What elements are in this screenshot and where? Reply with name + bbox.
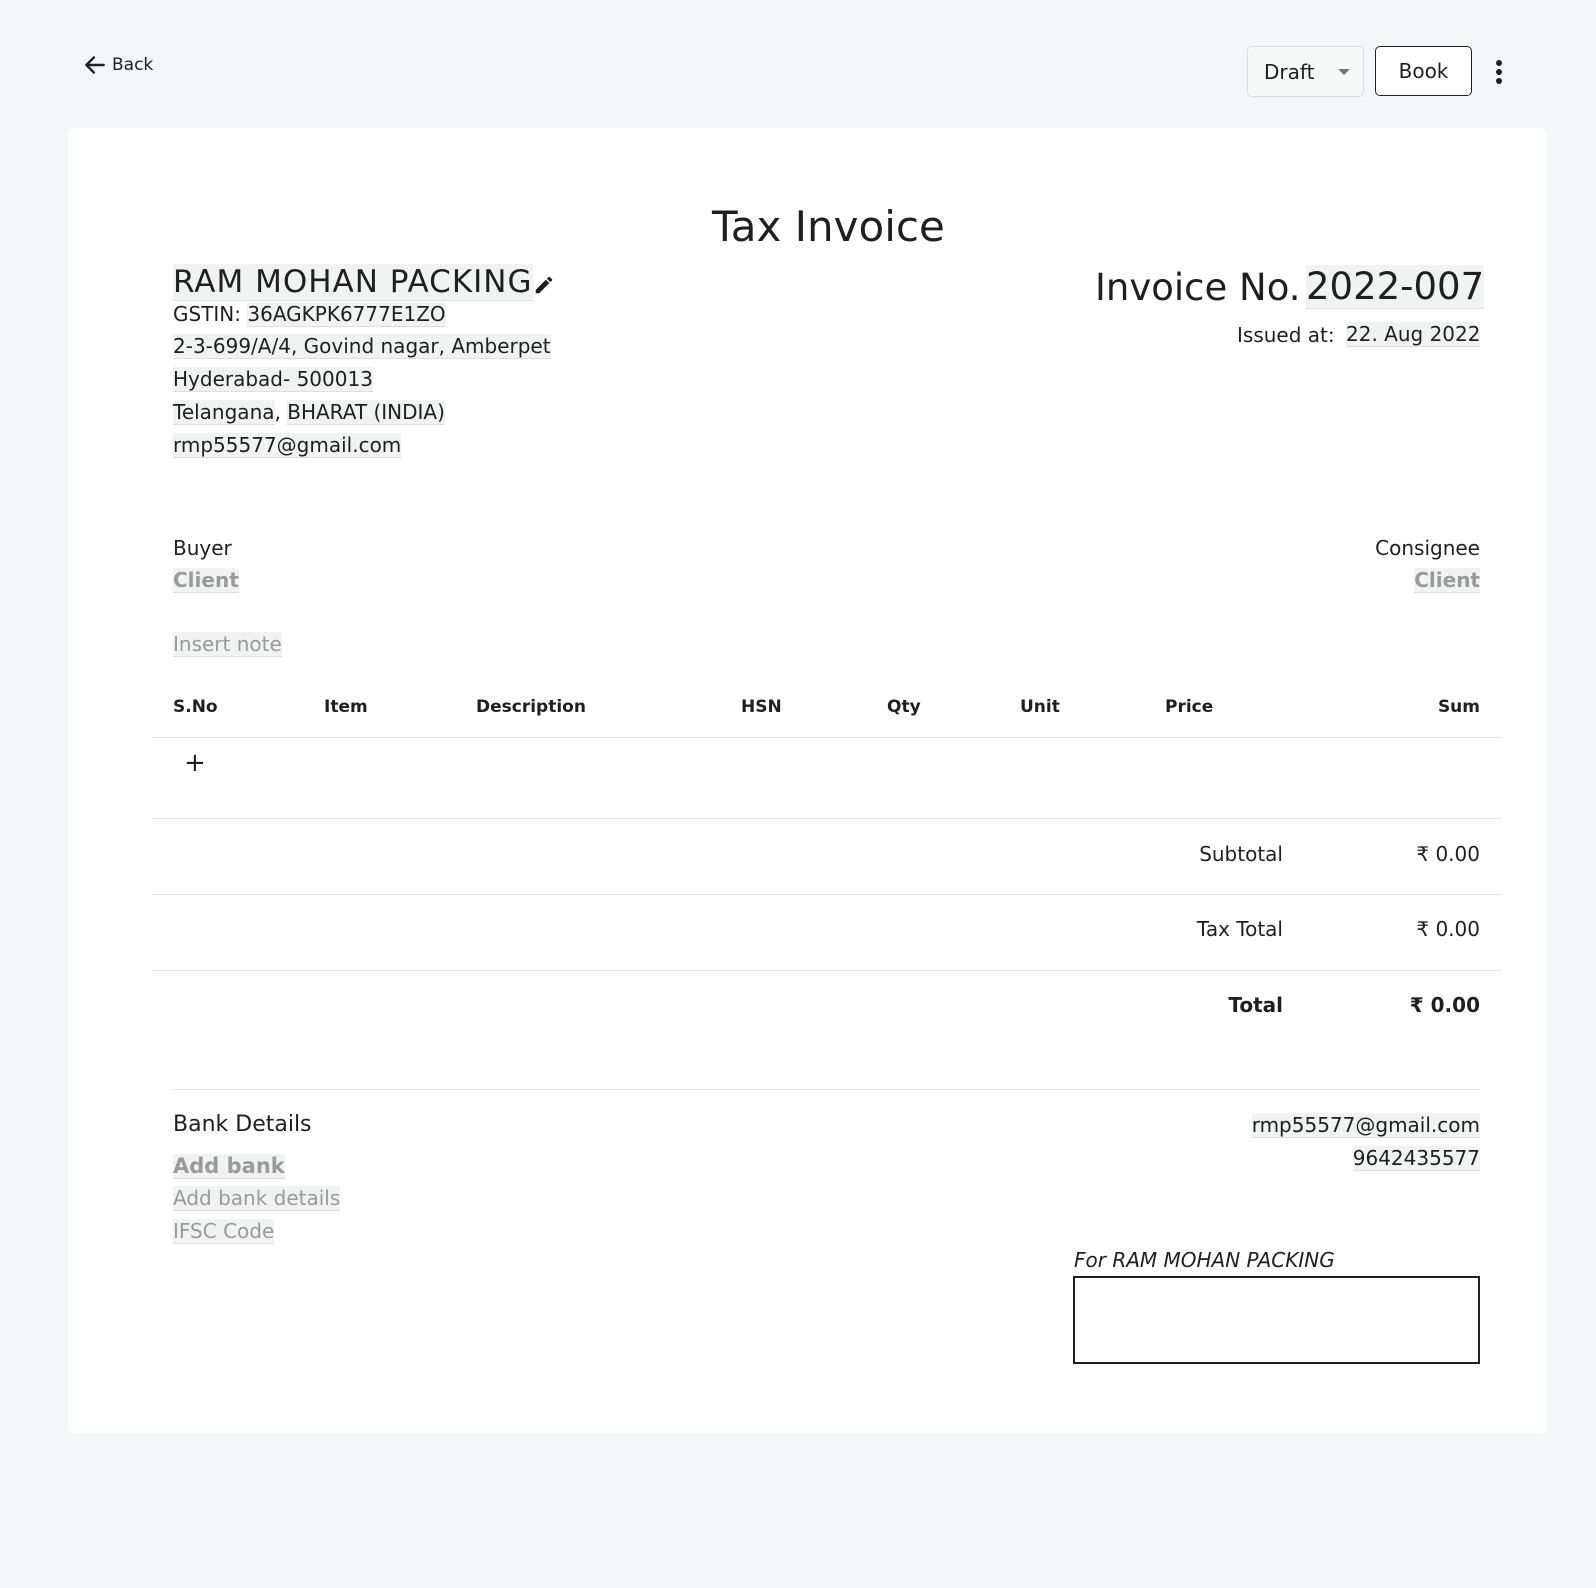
state-country-row: Telangana, BHARAT (INDIA) — [173, 400, 445, 425]
back-label: Back — [112, 55, 154, 75]
back-button[interactable]: Back — [82, 52, 153, 78]
divider — [173, 1089, 1480, 1090]
more-vert-icon[interactable] — [1496, 56, 1502, 88]
status-select[interactable]: Draft — [1247, 46, 1364, 97]
top-bar: Back Draft Book — [0, 0, 1596, 128]
state-field[interactable]: Telangana — [173, 400, 275, 425]
subtotal-value: ₹ 0.00 — [1416, 842, 1480, 866]
total-value: ₹ 0.00 — [1409, 993, 1480, 1017]
column-header-description: Description — [476, 697, 586, 717]
address-line1-field[interactable]: 2-3-699/A/4, Govind nagar, Amberpet — [173, 334, 551, 359]
subtotal-label: Subtotal — [1199, 842, 1283, 866]
book-button[interactable]: Book — [1375, 46, 1472, 96]
status-value: Draft — [1264, 59, 1315, 84]
column-header-qty: Qty — [887, 697, 921, 717]
tax-total-value: ₹ 0.00 — [1416, 917, 1480, 941]
invoice-number-label: Invoice No. — [1095, 266, 1301, 309]
column-header-hsn: HSN — [741, 697, 782, 717]
document-title: Tax Invoice — [712, 202, 945, 251]
country-field[interactable]: BHARAT (INDIA) — [287, 400, 445, 425]
divider — [152, 970, 1502, 971]
consignee-label: Consignee — [1375, 536, 1480, 560]
column-header-sum: Sum — [1437, 697, 1480, 717]
contact-phone-field[interactable]: 9642435577 — [1352, 1146, 1480, 1171]
column-header-price: Price — [1165, 697, 1214, 717]
issued-date-field[interactable]: 22. Aug 2022 — [1346, 322, 1481, 347]
invoice-card: Tax Invoice RAM MOHAN PACKING GSTIN: 36A… — [68, 128, 1547, 1433]
bank-details-title: Bank Details — [173, 1112, 312, 1137]
gstin-field[interactable]: 36AGKPK6777E1ZO — [247, 302, 446, 327]
gstin-label: GSTIN: — [173, 302, 242, 326]
note-field[interactable]: Insert note — [173, 632, 282, 657]
bank-name-field[interactable]: Add bank — [173, 1154, 285, 1179]
consignee-field[interactable]: Client — [1414, 568, 1480, 593]
column-header-unit: Unit — [1020, 697, 1060, 717]
total-label: Total — [1228, 993, 1283, 1017]
buyer-label: Buyer — [173, 536, 232, 560]
column-header-sno: S.No — [173, 697, 218, 717]
divider — [152, 818, 1502, 819]
add-row-button[interactable]: + — [184, 748, 206, 778]
signature-box[interactable] — [1073, 1276, 1480, 1364]
divider — [152, 737, 1502, 738]
seller-email-field[interactable]: rmp55577@gmail.com — [173, 433, 402, 458]
arrow-left-icon — [85, 56, 105, 74]
tax-total-label: Tax Total — [1196, 917, 1283, 941]
caret-down-icon — [1338, 69, 1350, 75]
address-line2-field[interactable]: Hyderabad- 500013 — [173, 367, 373, 392]
bank-details-field[interactable]: Add bank details — [173, 1186, 341, 1211]
state-country-separator: , — [274, 400, 281, 424]
signature-for-label: For RAM MOHAN PACKING — [1074, 1248, 1335, 1272]
pencil-icon[interactable] — [533, 274, 555, 296]
gstin-row: GSTIN: 36AGKPK6777E1ZO — [173, 302, 446, 327]
issued-label: Issued at: — [1237, 323, 1335, 347]
buyer-field[interactable]: Client — [173, 568, 239, 593]
column-header-item: Item — [324, 697, 368, 717]
invoice-number-field[interactable]: 2022-007 — [1306, 265, 1485, 309]
ifsc-code-field[interactable]: IFSC Code — [173, 1219, 275, 1244]
company-name-field[interactable]: RAM MOHAN PACKING — [173, 264, 533, 301]
divider — [152, 894, 1502, 895]
contact-email-field[interactable]: rmp55577@gmail.com — [1251, 1113, 1480, 1138]
